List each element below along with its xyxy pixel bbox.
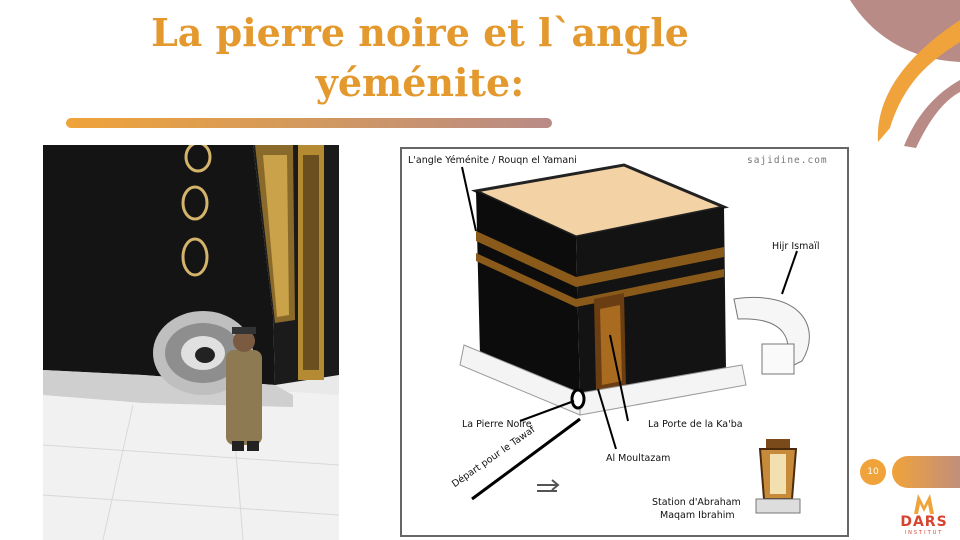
title-line-2: yéménite: bbox=[315, 60, 525, 105]
page-number-badge: 10 bbox=[860, 459, 886, 485]
footer-pill bbox=[892, 456, 960, 488]
label-kaaba-door: La Porte de la Ka'ba bbox=[648, 419, 743, 430]
logo-text: DARS bbox=[900, 514, 948, 530]
kaaba-diagram: L'angle Yéménite / Rouqn el Yamani sajid… bbox=[400, 147, 849, 537]
label-maqam-ibrahim: Maqam Ibrahim bbox=[660, 510, 735, 521]
logo-subtext: INSTITUT bbox=[904, 530, 944, 536]
kaaba-photo bbox=[43, 145, 339, 540]
label-black-stone: La Pierre Noire bbox=[462, 419, 532, 430]
corner-decoration bbox=[850, 0, 960, 148]
slide-title: La pierre noire et l`angle yéménite: bbox=[130, 8, 710, 108]
dars-logo: DARS INSTITUT bbox=[898, 490, 950, 538]
label-station-abraham: Station d'Abraham bbox=[652, 497, 741, 508]
title-line-1: La pierre noire et l`angle bbox=[151, 10, 689, 55]
label-yemeni-corner: L'angle Yéménite / Rouqn el Yamani bbox=[408, 155, 577, 166]
label-moultazam: Al Moultazam bbox=[606, 453, 671, 464]
title-underline bbox=[66, 118, 552, 128]
diagram-source: sajidine.com bbox=[747, 155, 828, 166]
label-hijr-ismail: Hijr Ismaïl bbox=[772, 241, 820, 252]
